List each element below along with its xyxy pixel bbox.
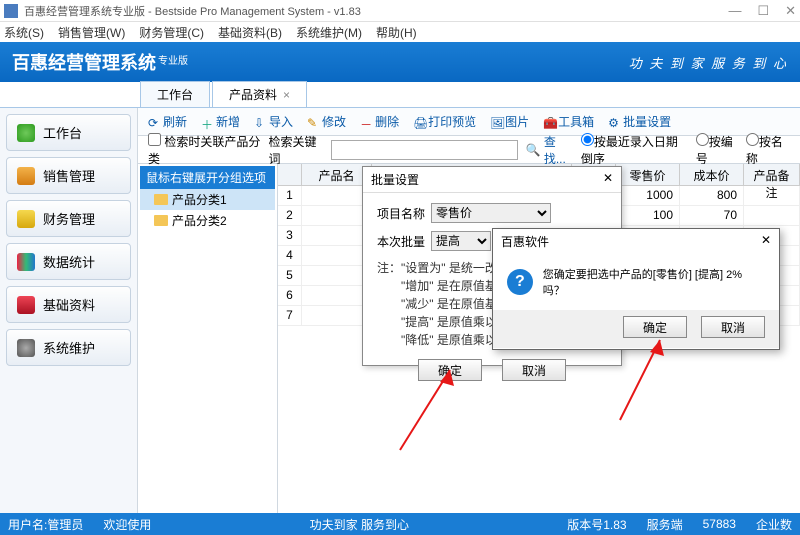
banner-slogan: 功 夫 到 家 服 务 到 心 [629, 53, 788, 72]
image-icon: 🖼 [490, 116, 502, 128]
batch-cancel-button[interactable]: 取消 [502, 359, 566, 381]
search-key-label: 检索关键词 [269, 133, 323, 167]
col-remark[interactable]: 产品备注 [744, 164, 800, 185]
status-slogan: 功夫到家 服务到心 [310, 516, 409, 533]
status-bar: 用户名:管理员 欢迎使用 功夫到家 服务到心 版本号1.83 服务端 57883… [0, 513, 800, 535]
add-button[interactable]: ＋新增 [201, 113, 240, 130]
check-icon [17, 124, 35, 142]
menu-system[interactable]: 系统(S) [4, 24, 44, 41]
col-retail[interactable]: 零售价 [616, 164, 680, 185]
import-icon: ⇩ [254, 116, 266, 128]
close-button[interactable]: ✕ [785, 3, 796, 19]
print-icon: 🖨 [413, 116, 425, 128]
print-button[interactable]: 🖨打印预览 [413, 113, 476, 130]
assoc-checkbox[interactable] [148, 133, 161, 146]
edit-button[interactable]: ✎修改 [307, 113, 346, 130]
folder-icon [154, 194, 168, 205]
confirm-close-icon[interactable]: ✕ [761, 233, 771, 250]
banner-title: 百惠经营管理系统 [12, 53, 156, 73]
delete-icon: － [360, 116, 372, 128]
sidebar: 工作台 销售管理 财务管理 数据统计 基础资料 系统维护 [0, 108, 138, 513]
toolbox-icon: 🧰 [543, 116, 555, 128]
search-row: 检索时关联产品分类 检索关键词 🔍查找... 按最近录入日期倒序 按编号 按名称 [138, 136, 800, 164]
tree-header: 鼠标右键展开分组选项 [140, 166, 275, 189]
sidebar-item-stats[interactable]: 数据统计 [6, 243, 131, 280]
field-label: 项目名称 [377, 205, 425, 222]
col-cost[interactable]: 成本价 [680, 164, 744, 185]
status-port: 57883 [703, 517, 736, 531]
menu-finance[interactable]: 财务管理(C) [139, 24, 204, 41]
window-titlebar: 百惠经营管理系统专业版 - Bestside Pro Management Sy… [0, 0, 800, 22]
refresh-button[interactable]: ⟳刷新 [148, 113, 187, 130]
edit-icon: ✎ [307, 116, 319, 128]
batch-button[interactable]: ⚙批量设置 [608, 113, 671, 130]
sidebar-item-maint[interactable]: 系统维护 [6, 329, 131, 366]
window-title: 百惠经营管理系统专业版 - Bestside Pro Management Sy… [24, 3, 728, 19]
confirm-ok-button[interactable]: 确定 [623, 316, 687, 338]
menu-help[interactable]: 帮助(H) [376, 24, 417, 41]
banner-sub: 专业版 [158, 56, 188, 67]
find-button[interactable]: 🔍查找... [526, 133, 573, 167]
menu-bar: 系统(S) 销售管理(W) 财务管理(C) 基础资料(B) 系统维护(M) 帮助… [0, 22, 800, 42]
radio-code[interactable]: 按编号 [696, 133, 740, 167]
status-version: 版本号1.83 [567, 516, 626, 533]
maximize-button[interactable]: ☐ [757, 3, 769, 19]
batch-icon: ⚙ [608, 116, 620, 128]
confirm-message: 您确定要把选中产品的[零售价] [提高] 2% 吗？ [543, 266, 765, 298]
batch-dialog-title: 批量设置 [371, 171, 419, 188]
toolbox-button[interactable]: 🧰工具箱 [543, 113, 594, 130]
house-icon [17, 167, 35, 185]
radio-recent[interactable]: 按最近录入日期倒序 [581, 133, 690, 167]
menu-maint[interactable]: 系统维护(M) [296, 24, 362, 41]
app-icon [4, 4, 18, 18]
tree-item-cat2[interactable]: 产品分类2 [140, 210, 275, 231]
book-icon [17, 296, 35, 314]
sidebar-item-finance[interactable]: 财务管理 [6, 200, 131, 237]
confirm-dialog: 百惠软件 ✕ ? 您确定要把选中产品的[零售价] [提高] 2% 吗？ 确定 取消 [492, 228, 780, 350]
field-select[interactable]: 零售价 [431, 203, 551, 223]
status-user: 用户名:管理员 [8, 516, 83, 533]
mode-label: 本次批量 [377, 233, 425, 250]
app-banner: 百惠经营管理系统专业版 功 夫 到 家 服 务 到 心 [0, 42, 800, 82]
radio-name[interactable]: 按名称 [746, 133, 790, 167]
gear-icon [17, 339, 35, 357]
search-input[interactable] [331, 140, 518, 160]
question-icon: ? [507, 269, 533, 295]
minimize-button[interactable]: — [728, 3, 741, 19]
tab-workbench[interactable]: 工作台 [140, 81, 210, 107]
tab-bar: 工作台 产品资料× [0, 82, 800, 108]
mode-select[interactable]: 提高 [431, 231, 491, 251]
col-idx[interactable] [278, 164, 302, 185]
sidebar-item-workbench[interactable]: 工作台 [6, 114, 131, 151]
assoc-checkbox-label[interactable]: 检索时关联产品分类 [148, 133, 261, 167]
tab-close-icon[interactable]: × [283, 88, 290, 102]
sidebar-item-basic[interactable]: 基础资料 [6, 286, 131, 323]
status-biz: 企业数 [756, 516, 792, 533]
refresh-icon: ⟳ [148, 116, 160, 128]
folder-icon [154, 215, 168, 226]
chart-icon [17, 253, 35, 271]
confirm-title: 百惠软件 [501, 233, 549, 250]
tree-item-cat1[interactable]: 产品分类1 [140, 189, 275, 210]
menu-basic[interactable]: 基础资料(B) [218, 24, 282, 41]
plus-icon: ＋ [201, 116, 213, 128]
status-server: 服务端 [647, 516, 683, 533]
batch-dialog-close-icon[interactable]: ✕ [603, 171, 613, 188]
batch-ok-button[interactable]: 确定 [418, 359, 482, 381]
image-button[interactable]: 🖼图片 [490, 113, 529, 130]
search-icon: 🔍 [526, 143, 541, 157]
menu-sales[interactable]: 销售管理(W) [58, 24, 125, 41]
tab-product[interactable]: 产品资料× [212, 81, 307, 107]
sidebar-item-sales[interactable]: 销售管理 [6, 157, 131, 194]
coins-icon [17, 210, 35, 228]
status-welcome: 欢迎使用 [103, 516, 151, 533]
delete-button[interactable]: －删除 [360, 113, 399, 130]
confirm-cancel-button[interactable]: 取消 [701, 316, 765, 338]
category-tree: 鼠标右键展开分组选项 产品分类1 产品分类2 [138, 164, 278, 513]
import-button[interactable]: ⇩导入 [254, 113, 293, 130]
